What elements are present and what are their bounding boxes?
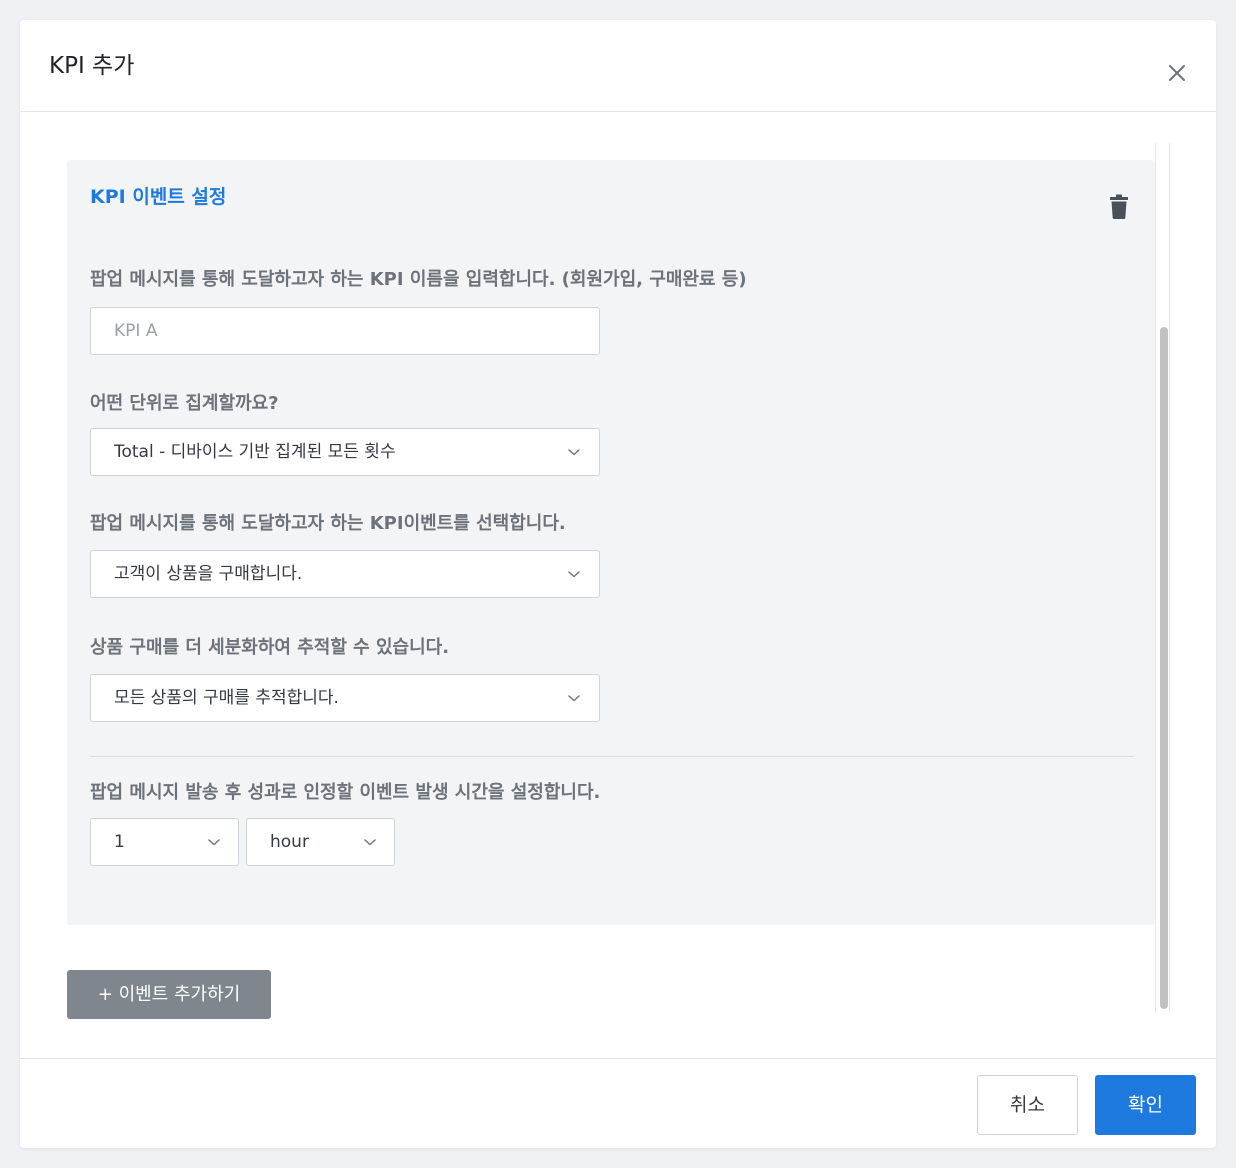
kpi-event-select[interactable]: 고객이 상품을 구매합니다. xyxy=(90,550,600,598)
kpi-name-label: 팝업 메시지를 통해 도달하고자 하는 KPI 이름을 입력합니다. (회원가입… xyxy=(90,269,747,290)
scrollbar-thumb[interactable] xyxy=(1160,327,1168,1009)
aggregation-select[interactable]: Total - 디바이스 기반 집계된 모든 횟수 xyxy=(90,428,600,476)
aggregation-select-value: Total - 디바이스 기반 집계된 모든 횟수 xyxy=(114,442,396,462)
chevron-down-icon xyxy=(208,839,220,846)
confirm-button[interactable]: 확인 xyxy=(1095,1075,1196,1135)
aggregation-label: 어떤 단위로 집계할까요? xyxy=(90,393,279,414)
modal-header: KPI 추가 xyxy=(20,20,1216,112)
delete-event-button[interactable] xyxy=(1107,194,1131,220)
close-icon xyxy=(1169,65,1185,81)
kpi-add-modal: KPI 추가 KPI 이벤트 설정 팝업 메시지를 통해 도달하고자 하는 KP… xyxy=(20,20,1216,1148)
attribution-window-label: 팝업 메시지 발송 후 성과로 인정할 이벤트 발생 시간을 설정합니다. xyxy=(90,782,601,803)
trash-icon xyxy=(1110,194,1128,219)
modal-body: KPI 이벤트 설정 팝업 메시지를 통해 도달하고자 하는 KPI 이름을 입… xyxy=(20,112,1216,1058)
modal-footer: 취소 확인 xyxy=(20,1058,1216,1148)
attribution-amount-value: 1 xyxy=(114,832,125,852)
attribution-amount-select[interactable]: 1 xyxy=(90,818,239,866)
chevron-down-icon xyxy=(568,695,580,702)
attribution-unit-value: hour xyxy=(270,832,309,852)
kpi-event-select-value: 고객이 상품을 구매합니다. xyxy=(114,564,303,584)
kpi-name-input[interactable] xyxy=(90,307,600,355)
add-event-button[interactable]: + 이벤트 추가하기 xyxy=(67,970,271,1019)
modal-title: KPI 추가 xyxy=(49,53,135,79)
product-filter-select-value: 모든 상품의 구매를 추적합니다. xyxy=(114,688,339,708)
section-divider xyxy=(90,756,1134,757)
chevron-down-icon xyxy=(568,571,580,578)
card-title: KPI 이벤트 설정 xyxy=(90,186,227,208)
kpi-event-card: KPI 이벤트 설정 팝업 메시지를 통해 도달하고자 하는 KPI 이름을 입… xyxy=(67,160,1155,925)
chevron-down-icon xyxy=(364,839,376,846)
attribution-unit-select[interactable]: hour xyxy=(246,818,395,866)
product-filter-label: 상품 구매를 더 세분화하여 추적할 수 있습니다. xyxy=(90,637,450,658)
product-filter-select[interactable]: 모든 상품의 구매를 추적합니다. xyxy=(90,674,600,722)
cancel-button[interactable]: 취소 xyxy=(977,1075,1078,1135)
chevron-down-icon xyxy=(568,449,580,456)
close-button[interactable] xyxy=(1164,60,1190,86)
kpi-event-label: 팝업 메시지를 통해 도달하고자 하는 KPI이벤트를 선택합니다. xyxy=(90,513,566,534)
